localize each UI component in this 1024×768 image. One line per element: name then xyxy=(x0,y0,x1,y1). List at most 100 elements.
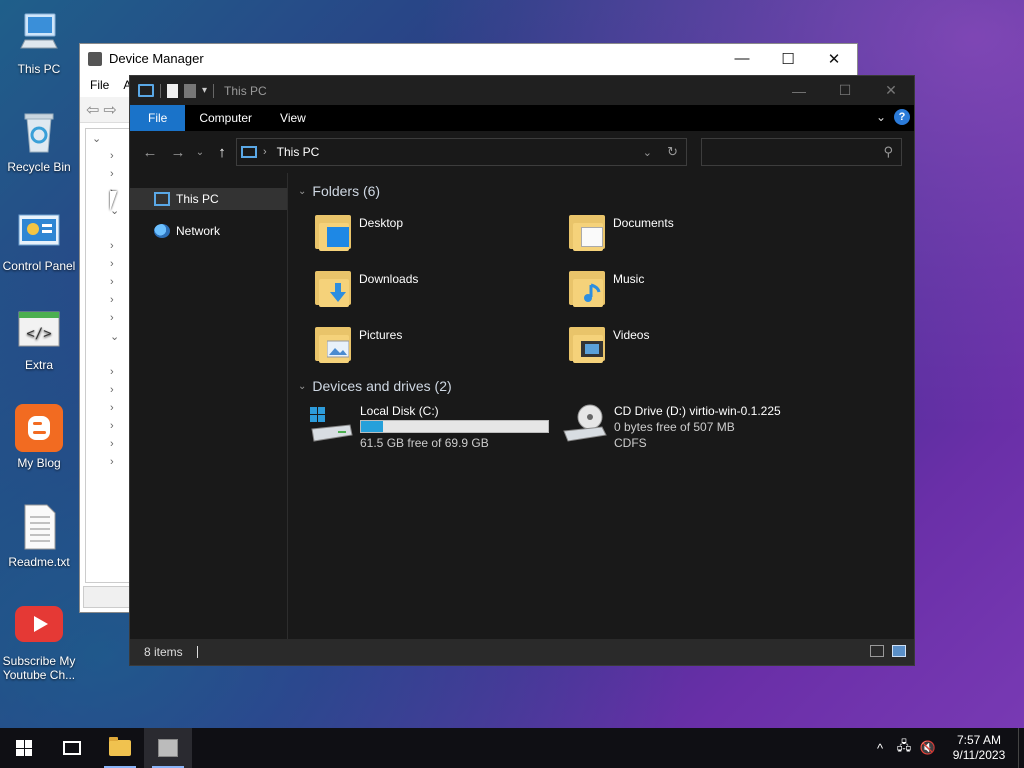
collapse-chevron-icon[interactable]: ⌄ xyxy=(298,186,306,197)
desktop-icon-this-pc[interactable]: This PC xyxy=(0,10,78,76)
cd-drive-icon xyxy=(562,403,608,447)
minimize-button[interactable]: — xyxy=(776,76,822,105)
tab-file[interactable]: File xyxy=(130,105,186,131)
large-icons-view-icon[interactable] xyxy=(892,645,906,657)
explorer-titlebar[interactable]: ▾ This PC — ☐ ✕ xyxy=(130,76,914,105)
music-folder-icon xyxy=(567,267,609,309)
minimize-button[interactable]: — xyxy=(719,44,765,73)
close-button[interactable]: ✕ xyxy=(811,44,857,73)
chevron-right-icon[interactable]: › xyxy=(110,150,114,162)
maximize-button[interactable]: ☐ xyxy=(765,44,811,73)
folder-pictures[interactable]: Pictures xyxy=(313,323,553,373)
desktop-icon-my-blog[interactable]: My Blog xyxy=(0,404,78,470)
recent-locations-chevron-icon[interactable]: ⌄ xyxy=(192,147,208,158)
search-icon[interactable]: ⚲ xyxy=(883,144,893,160)
folders-group-header[interactable]: ⌄ Folders (6) xyxy=(298,183,380,199)
device-manager-icon xyxy=(158,739,178,757)
folder-videos[interactable]: Videos xyxy=(567,323,807,373)
tray-chevron-icon[interactable]: ^ xyxy=(868,741,892,756)
this-pc-icon xyxy=(138,84,154,97)
tab-view[interactable]: View xyxy=(266,105,320,131)
content-pane[interactable]: ⌄ Folders (6) Desktop Documents Download… xyxy=(288,173,914,639)
folder-icon xyxy=(109,737,131,756)
drive-name: Local Disk (C:) xyxy=(360,404,439,418)
chevron-right-icon[interactable]: › xyxy=(110,366,114,378)
navigation-pane: This PC Network xyxy=(130,173,288,639)
chevron-right-icon[interactable]: › xyxy=(110,312,114,324)
folder-name: Music xyxy=(613,272,645,286)
explorer-title: This PC xyxy=(224,83,267,98)
file-explorer-window[interactable]: ▾ This PC — ☐ ✕ File Computer View ⌄ ? ←… xyxy=(129,75,915,666)
customize-chevron-icon[interactable]: ▾ xyxy=(202,85,207,96)
refresh-icon[interactable]: ↻ xyxy=(667,144,678,160)
folder-name: Pictures xyxy=(359,328,403,342)
chevron-down-icon[interactable]: ⌄ xyxy=(92,132,101,145)
breadcrumb-separator[interactable]: › xyxy=(263,146,267,158)
tab-computer[interactable]: Computer xyxy=(185,105,266,131)
chevron-right-icon[interactable]: › xyxy=(110,402,114,414)
chevron-right-icon[interactable]: › xyxy=(110,258,114,270)
show-desktop-button[interactable] xyxy=(1018,728,1024,768)
desktop-icon-extra[interactable]: </> Extra xyxy=(0,306,78,372)
desktop-icon-label: Extra xyxy=(24,358,53,372)
menu-file[interactable]: File xyxy=(90,78,109,92)
documents-folder-icon xyxy=(567,211,609,253)
network-icon[interactable]: 🖧 xyxy=(892,737,916,759)
code-file-icon: </> xyxy=(15,306,63,354)
desktop-icon-recycle-bin[interactable]: Recycle Bin xyxy=(0,108,78,174)
videos-folder-icon xyxy=(567,323,609,365)
new-folder-icon[interactable] xyxy=(184,83,196,98)
chevron-right-icon[interactable]: › xyxy=(110,294,114,306)
chevron-right-icon[interactable]: › xyxy=(110,240,114,252)
properties-icon[interactable] xyxy=(167,83,178,98)
drive-cd-d[interactable]: CD Drive (D:) virtio-win-0.1.225 0 bytes… xyxy=(562,403,807,453)
task-view-button[interactable] xyxy=(48,728,96,768)
expand-ribbon-chevron-icon[interactable]: ⌄ xyxy=(876,110,886,124)
folder-desktop[interactable]: Desktop xyxy=(313,211,553,261)
chevron-right-icon[interactable]: › xyxy=(110,456,114,468)
drives-group-header[interactable]: ⌄ Devices and drives (2) xyxy=(298,378,452,394)
breadcrumb-this-pc[interactable]: This PC xyxy=(277,145,320,159)
address-dropdown-chevron-icon[interactable]: ⌄ xyxy=(643,146,652,159)
clock[interactable]: 7:57 AM 9/11/2023 xyxy=(940,733,1018,763)
maximize-button[interactable]: ☐ xyxy=(822,76,868,105)
folder-downloads[interactable]: Downloads xyxy=(313,267,553,317)
desktop-icon-control-panel[interactable]: Control Panel xyxy=(0,207,78,273)
close-button[interactable]: ✕ xyxy=(868,76,914,105)
folder-music[interactable]: Music xyxy=(567,267,807,317)
chevron-down-icon[interactable]: ⌄ xyxy=(110,330,119,343)
back-arrow-icon[interactable]: ← xyxy=(136,144,164,161)
desktop-icon-label: Subscribe My Youtube Ch... xyxy=(2,654,76,682)
chevron-right-icon[interactable]: › xyxy=(110,438,114,450)
drive-usage-bar xyxy=(360,420,549,433)
drive-local-disk-c[interactable]: Local Disk (C:) 61.5 GB free of 69.9 GB xyxy=(308,403,553,453)
start-button[interactable] xyxy=(0,728,48,768)
local-disk-icon xyxy=(308,403,354,447)
desktop-icon-readme[interactable]: Readme.txt xyxy=(0,503,78,569)
search-input[interactable]: ⚲ xyxy=(701,138,902,166)
folder-documents[interactable]: Documents xyxy=(567,211,807,261)
forward-arrow-icon[interactable]: → xyxy=(164,144,192,161)
chevron-right-icon[interactable]: › xyxy=(110,168,114,180)
sidebar-item-network[interactable]: Network xyxy=(130,220,287,242)
mouse-cursor xyxy=(110,191,117,211)
sidebar-item-this-pc[interactable]: This PC xyxy=(130,188,287,210)
taskbar-device-manager[interactable] xyxy=(144,728,192,768)
chevron-right-icon[interactable]: › xyxy=(110,276,114,288)
taskbar-file-explorer[interactable] xyxy=(96,728,144,768)
youtube-icon xyxy=(15,602,63,650)
up-arrow-icon[interactable]: ↑ xyxy=(208,144,236,161)
address-bar[interactable]: › This PC ⌄ ↻ xyxy=(236,138,687,166)
back-arrow-icon[interactable]: ⇦ xyxy=(86,100,99,120)
chevron-right-icon[interactable]: › xyxy=(110,384,114,396)
desktop-icon-youtube[interactable]: Subscribe My Youtube Ch... xyxy=(0,602,78,682)
volume-muted-icon[interactable]: 🔇 xyxy=(916,740,940,756)
chevron-right-icon[interactable]: › xyxy=(110,420,114,432)
control-panel-icon xyxy=(15,207,63,255)
help-icon[interactable]: ? xyxy=(894,109,910,125)
forward-arrow-icon[interactable]: ⇨ xyxy=(103,100,116,120)
group-title: Devices and drives (2) xyxy=(312,378,452,394)
collapse-chevron-icon[interactable]: ⌄ xyxy=(298,381,306,392)
computer-icon xyxy=(154,192,170,206)
details-view-icon[interactable] xyxy=(870,645,884,657)
